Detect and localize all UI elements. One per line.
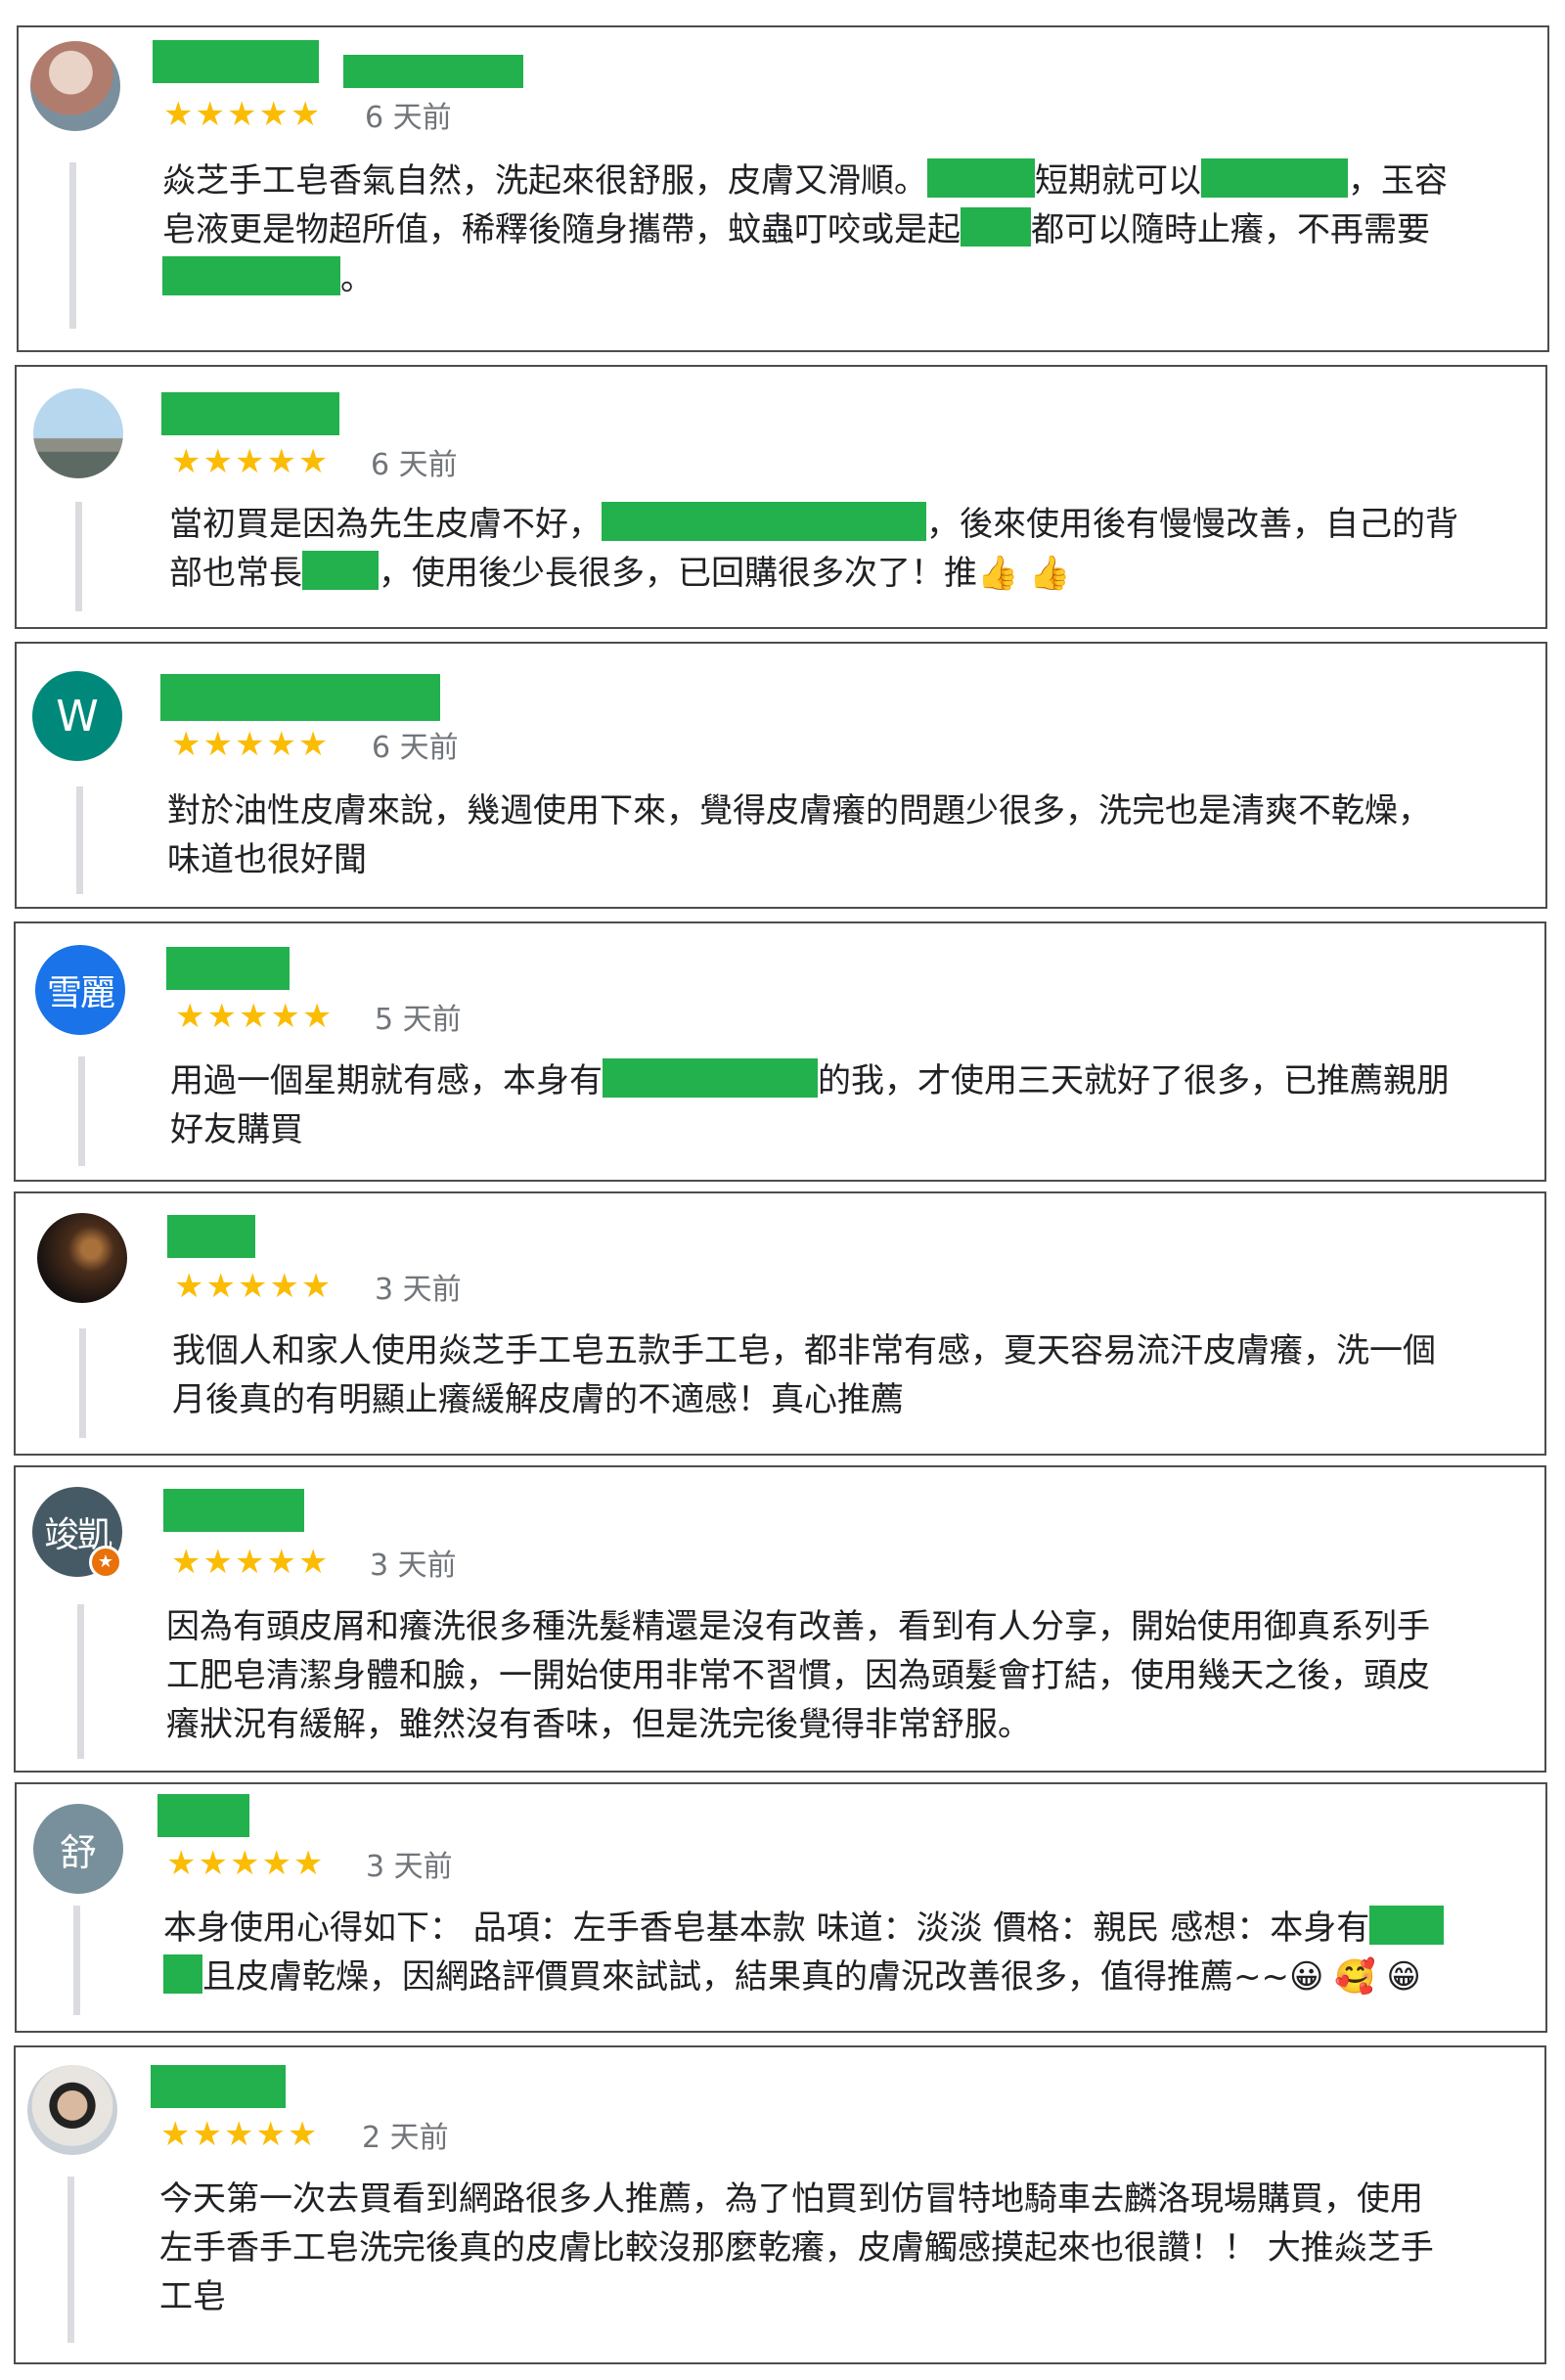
redacted-text xyxy=(961,207,1031,247)
reviewer-avatar[interactable] xyxy=(30,41,120,131)
review-card: ★★★★★ 6 天前 焱芝手工皂香氣自然，洗起來很舒服，皮膚又滑順。 短期就可以，… xyxy=(17,25,1549,352)
avatar-initial: W xyxy=(56,691,99,741)
redacted-text xyxy=(1369,1906,1445,1945)
reviewer-name-redacted[interactable] xyxy=(151,2065,286,2108)
review-line: 部也常長 ，使用後少長很多，已回購很多次了！推👍 👍 xyxy=(169,549,1458,598)
reviewer-name-redacted[interactable] xyxy=(157,1794,249,1837)
review-line: 工肥皂清潔身體和臉，一開始使用非常不習慣，因為頭髮會打結，使用幾天之後，頭皮 xyxy=(166,1656,1430,1695)
review-line: 味道也很好聞 xyxy=(167,840,367,879)
star-rating: ★★★★★ xyxy=(163,95,323,134)
review-line: 癢狀況有緩解，雖然沒有香味，但是洗完後覺得非常舒服。 xyxy=(166,1705,1031,1744)
reviewer-name-redacted[interactable] xyxy=(153,40,319,83)
review-line: 用過一個星期就有感，本身有 的我，才使用三天就好了很多，已推薦親朋 xyxy=(170,1056,1450,1105)
quote-bar xyxy=(76,786,83,894)
review-date: 3 天前 xyxy=(370,1549,457,1583)
quote-bar xyxy=(79,1328,86,1438)
review-line: 因為有頭皮屑和癢洗很多種洗髮精還是沒有改善，看到有人分享，開始使用御真系列手 xyxy=(166,1607,1430,1646)
review-card: 舒 ★★★★★ 3 天前 本身使用心得如下： 品項：左手香皂基本款 味道：淡淡 … xyxy=(15,1782,1547,2033)
reviewer-name-redacted[interactable] xyxy=(161,392,339,435)
review-date: 5 天前 xyxy=(375,1003,462,1037)
reviewer-avatar[interactable] xyxy=(33,388,123,478)
review-date: 6 天前 xyxy=(371,448,458,482)
quote-bar xyxy=(77,1604,84,1759)
quote-bar xyxy=(67,2177,74,2343)
review-line: 工皂 xyxy=(159,2277,226,2316)
review-line: 左手香手工皂洗完後真的皮膚比較沒那麼乾癢，皮膚觸感摸起來也很讚！！ 大推焱芝手 xyxy=(159,2228,1434,2268)
review-line: 焱芝手工皂香氣自然，洗起來很舒服，皮膚又滑順。 短期就可以 ，玉容 xyxy=(162,157,1448,205)
review-card: W ★★★★★ 6 天前 對於油性皮膚來說，幾週使用下來，覺得皮膚癢的問題少很多… xyxy=(15,642,1547,909)
star-rating: ★★★★★ xyxy=(160,2115,320,2154)
review-text: 我個人和家人使用焱芝手工皂五款手工皂，都非常有感，夏天容易流汗皮膚癢，洗一個 月… xyxy=(172,1326,1436,1424)
reviewer-name-redacted[interactable] xyxy=(167,1215,255,1258)
avatar-initial: 雪麗 xyxy=(46,973,115,1013)
star-rating: ★★★★★ xyxy=(171,1543,331,1582)
local-guide-badge-icon: ★ xyxy=(89,1546,122,1579)
reviewer-avatar[interactable] xyxy=(27,2065,117,2155)
review-card: 雪麗 ★★★★★ 5 天前 用過一個星期就有感，本身有 的我，才使用三天就好了很多… xyxy=(14,921,1546,1182)
review-card: ★★★★★ 3 天前 我個人和家人使用焱芝手工皂五款手工皂，都非常有感，夏天容易… xyxy=(14,1191,1546,1456)
review-line: 好友購買 xyxy=(170,1110,303,1149)
reviewer-name-redacted[interactable] xyxy=(163,1489,304,1532)
reviewer-avatar[interactable]: 雪麗 xyxy=(35,945,125,1035)
review-line: 本身使用心得如下： 品項：左手香皂基本款 味道：淡淡 價格：親民 感想：本身有 xyxy=(163,1904,1445,1953)
review-card: ★★★★★ 2 天前 今天第一次去買看到網路很多人推薦，為了怕買到仿冒特地騎車去… xyxy=(14,2045,1546,2364)
review-date: 6 天前 xyxy=(372,731,459,765)
reviewer-name-redacted[interactable] xyxy=(166,947,290,990)
redacted-text xyxy=(602,502,926,541)
review-text: 當初買是因為先生皮膚不好， ，後來使用後有慢慢改善，自己的背 部也常長 ，使用後少長… xyxy=(169,500,1458,598)
avatar-initial: 舒 xyxy=(59,1830,97,1874)
redacted-text xyxy=(163,1954,202,1994)
review-text: 今天第一次去買看到網路很多人推薦，為了怕買到仿冒特地騎車去麟洛現場購買，使用 左… xyxy=(159,2175,1434,2321)
star-rating: ★★★★★ xyxy=(171,442,331,481)
quote-bar xyxy=(78,1056,85,1166)
quote-bar xyxy=(69,162,76,329)
redacted-text xyxy=(302,551,379,590)
review-line: 我個人和家人使用焱芝手工皂五款手工皂，都非常有感，夏天容易流汗皮膚癢，洗一個 xyxy=(172,1331,1436,1370)
reviewer-avatar[interactable]: W xyxy=(32,671,122,761)
star-rating: ★★★★★ xyxy=(174,1267,334,1306)
reviewer-avatar[interactable] xyxy=(37,1213,127,1303)
review-line: 皂液更是物超所值，稀釋後隨身攜帶，蚊蟲叮咬或是起 都可以隨時止癢，不再需要 xyxy=(162,205,1448,254)
reviewer-meta-redacted xyxy=(343,55,523,88)
review-text: 因為有頭皮屑和癢洗很多種洗髮精還是沒有改善，看到有人分享，開始使用御真系列手 工… xyxy=(166,1602,1430,1749)
review-line: 今天第一次去買看到網路很多人推薦，為了怕買到仿冒特地騎車去麟洛現場購買，使用 xyxy=(159,2179,1423,2219)
star-rating: ★★★★★ xyxy=(175,997,335,1036)
reviewer-avatar[interactable]: 舒 xyxy=(33,1804,123,1894)
review-text: 用過一個星期就有感，本身有 的我，才使用三天就好了很多，已推薦親朋 好友購買 xyxy=(170,1056,1450,1154)
quote-bar xyxy=(73,1906,80,2015)
star-rating: ★★★★★ xyxy=(166,1844,326,1883)
review-text: 焱芝手工皂香氣自然，洗起來很舒服，皮膚又滑順。 短期就可以 ，玉容 皂液更是物超所值… xyxy=(162,157,1448,303)
review-line: 當初買是因為先生皮膚不好， ，後來使用後有慢慢改善，自己的背 xyxy=(169,500,1458,549)
review-date: 3 天前 xyxy=(375,1273,462,1307)
review-card: 竣凱 ★ ★★★★★ 3 天前 因為有頭皮屑和癢洗很多種洗髮精還是沒有改善，看到… xyxy=(14,1465,1546,1773)
review-line: 月後真的有明顯止癢緩解皮膚的不適感！真心推薦 xyxy=(172,1380,904,1419)
review-line: 對於油性皮膚來說，幾週使用下來，覺得皮膚癢的問題少很多，洗完也是清爽不乾燥， xyxy=(167,791,1431,831)
review-text: 本身使用心得如下： 品項：左手香皂基本款 味道：淡淡 價格：親民 感想：本身有 … xyxy=(163,1904,1445,2001)
review-date: 6 天前 xyxy=(365,101,452,135)
star-rating: ★★★★★ xyxy=(171,725,331,764)
redacted-text xyxy=(927,158,1035,198)
review-date: 2 天前 xyxy=(362,2121,449,2155)
reviewer-name-redacted[interactable] xyxy=(160,674,440,721)
quote-bar xyxy=(75,502,82,611)
review-line: 。 xyxy=(162,254,1448,303)
redacted-text xyxy=(1201,158,1348,198)
review-text: 對於油性皮膚來說，幾週使用下來，覺得皮膚癢的問題少很多，洗完也是清爽不乾燥， 味… xyxy=(167,786,1431,884)
review-card: ★★★★★ 6 天前 當初買是因為先生皮膚不好， ，後來使用後有慢慢改善，自己的背… xyxy=(15,365,1547,629)
redacted-text xyxy=(162,256,340,295)
review-date: 3 天前 xyxy=(366,1850,453,1884)
review-line: 且皮膚乾燥，因網路評價買來試試，結果真的膚況改善很多，值得推薦~~😀 🥰 😁 xyxy=(163,1953,1444,2001)
redacted-text xyxy=(603,1058,818,1098)
